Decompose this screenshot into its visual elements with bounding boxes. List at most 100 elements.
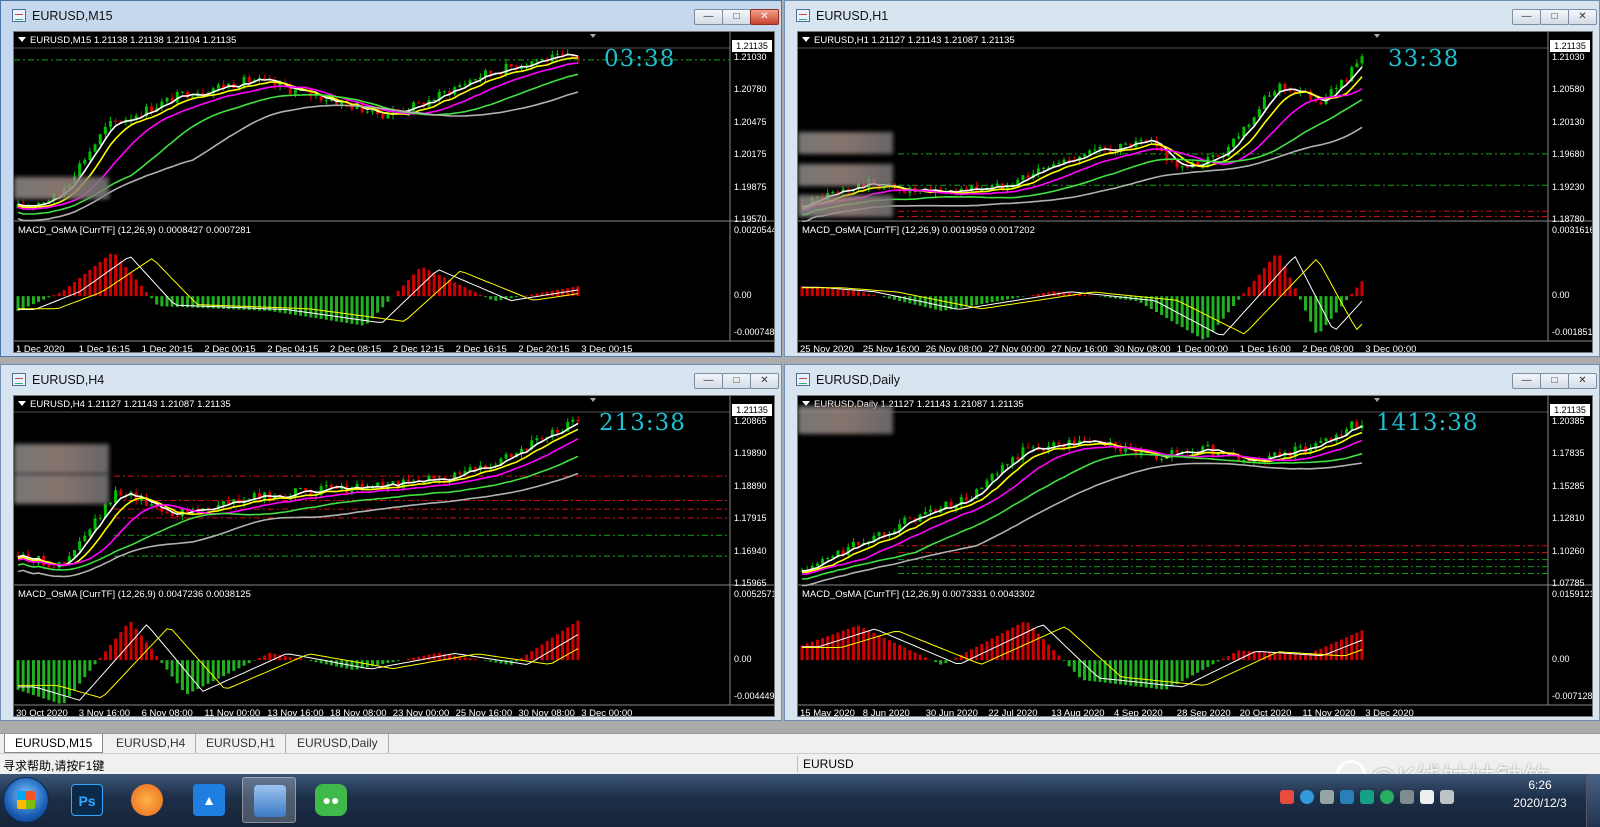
- macd-bar: [1206, 660, 1210, 668]
- show-desktop-button[interactable]: [1586, 774, 1600, 827]
- time-axis-label: 18 Nov 08:00: [330, 708, 387, 717]
- chart-area[interactable]: EURUSD,H1 1.21127 1.21143 1.21087 1.2113…: [797, 31, 1593, 353]
- macd-bar: [1350, 634, 1354, 661]
- candle: [1206, 444, 1210, 447]
- price-axis-label: 1.21030: [1552, 52, 1585, 62]
- close-button[interactable]: ✕: [1568, 9, 1597, 25]
- moving-average-line: [801, 452, 1363, 580]
- chart-info-line: EURUSD,H1 1.21127 1.21143 1.21087 1.2113…: [802, 35, 1015, 46]
- sogou-input-icon[interactable]: [1280, 790, 1294, 804]
- time-axis-label: 3 Dec 00:00: [581, 708, 633, 717]
- macd-bar: [1185, 296, 1189, 331]
- clock-time: 6:26: [1528, 778, 1552, 792]
- minimize-button[interactable]: —: [694, 373, 723, 389]
- chart-window-h1[interactable]: EURUSD,H1 — □ ✕ EURUSD,H1 1.21127 1.21143 1.…: [784, 0, 1600, 357]
- macd-axis-label: 0.0159121: [1552, 589, 1593, 599]
- flag-tray-icon[interactable]: [1340, 790, 1354, 804]
- macd-bar: [437, 275, 441, 297]
- maximize-button[interactable]: □: [1540, 373, 1569, 389]
- taskbar-photoshop[interactable]: Ps: [60, 777, 114, 823]
- tab-eurusd-h4[interactable]: EURUSD,H4: [106, 734, 197, 753]
- taskbar-metatrader[interactable]: [242, 777, 296, 823]
- maximize-button[interactable]: □: [722, 9, 751, 25]
- chart-area[interactable]: EURUSD,M15 1.21138 1.21138 1.21104 1.211…: [13, 31, 775, 353]
- close-button[interactable]: ✕: [750, 373, 779, 389]
- help-tray-icon[interactable]: [1300, 790, 1314, 804]
- candle: [1170, 160, 1174, 162]
- taskbar-clock[interactable]: 6:26 2020/12/3: [1500, 776, 1580, 812]
- time-axis-label: 8 Jun 2020: [862, 708, 910, 717]
- title-bar[interactable]: EURUSD,M15 — □ ✕: [1, 1, 781, 31]
- candle: [535, 60, 539, 62]
- macd-bar: [1221, 658, 1225, 661]
- device-tray-icon[interactable]: [1400, 790, 1414, 804]
- macd-bar: [1000, 296, 1004, 301]
- macd-bar: [108, 644, 112, 661]
- current-price-box: 1.21135: [732, 404, 772, 416]
- taskbar-fox-app[interactable]: [120, 777, 174, 823]
- price-axis-label: 1.17915: [734, 513, 767, 524]
- maximize-button[interactable]: □: [722, 373, 751, 389]
- chart-window-m15[interactable]: EURUSD,M15 — □ ✕ EURUSD,M15 1.21138 1.21138 …: [0, 0, 782, 357]
- macd-bar: [406, 658, 410, 661]
- macd-bar: [406, 279, 410, 297]
- macd-bar: [134, 628, 138, 661]
- wechat-tray-icon[interactable]: [1380, 790, 1394, 804]
- time-axis-label: 1 Dec 2020: [16, 344, 65, 353]
- network-icon[interactable]: [1420, 790, 1434, 804]
- macd-bar: [299, 659, 303, 661]
- macd-axis-label: 0.00: [734, 654, 752, 665]
- maximize-button[interactable]: □: [1540, 9, 1569, 25]
- macd-bar: [1298, 654, 1302, 661]
- candle: [175, 516, 179, 518]
- tray-chevron-icon[interactable]: [1320, 790, 1334, 804]
- chart-area[interactable]: EURUSD,Daily 1.21127 1.21143 1.21087 1.2…: [797, 395, 1593, 717]
- macd-bar: [514, 296, 518, 298]
- speaker-icon[interactable]: [1440, 790, 1454, 804]
- tab-eurusd-m15[interactable]: EURUSD,M15: [4, 734, 104, 753]
- macd-bar: [1247, 650, 1251, 661]
- macd-bar: [867, 630, 871, 661]
- taskbar-cloud-app[interactable]: ▲: [182, 777, 236, 823]
- tab-eurusd-h1[interactable]: EURUSD,H1: [196, 734, 287, 753]
- start-orb-icon[interactable]: [3, 777, 49, 823]
- time-axis-label: 28 Sep 2020: [1176, 708, 1231, 717]
- macd-bar: [309, 296, 313, 318]
- price-axis-label: 1.19680: [1552, 149, 1585, 160]
- minimize-button[interactable]: —: [1512, 373, 1541, 389]
- collapse-triangle-icon[interactable]: [18, 37, 26, 42]
- title-bar[interactable]: EURUSD,Daily — □ ✕: [785, 365, 1599, 395]
- macd-bar: [57, 660, 61, 704]
- macd-bar: [1355, 632, 1359, 661]
- shield-tray-icon[interactable]: [1360, 790, 1374, 804]
- macd-bar: [304, 296, 308, 317]
- minimize-button[interactable]: —: [694, 9, 723, 25]
- chart-window-h4[interactable]: EURUSD,H4 — □ ✕ EURUSD,H4 1.21127 1.21143 1.…: [0, 364, 782, 721]
- candle: [1324, 438, 1328, 442]
- chart-window-daily[interactable]: EURUSD,Daily — □ ✕ EURUSD,Daily 1.21127 1.21…: [784, 364, 1600, 721]
- macd-bar: [345, 296, 349, 324]
- macd-bar: [150, 649, 154, 661]
- candle: [473, 79, 477, 81]
- price-axis-label: 1.15965: [734, 578, 767, 588]
- macd-bar: [1350, 293, 1354, 297]
- time-axis-label: 30 Jun 2020: [925, 708, 978, 717]
- minimize-button[interactable]: —: [1512, 9, 1541, 25]
- collapse-triangle-icon[interactable]: [18, 401, 26, 406]
- close-button[interactable]: ✕: [1568, 373, 1597, 389]
- time-axis-label: 25 Nov 2020: [800, 344, 854, 353]
- title-bar[interactable]: EURUSD,H1 — □ ✕: [785, 1, 1599, 31]
- collapse-triangle-icon[interactable]: [802, 37, 810, 42]
- taskbar-wechat[interactable]: ●●: [304, 777, 358, 823]
- candle: [1268, 95, 1272, 97]
- chart-area[interactable]: EURUSD,H4 1.21127 1.21143 1.21087 1.2113…: [13, 395, 775, 717]
- metatrader-icon: [254, 785, 286, 817]
- macd-bar: [810, 641, 814, 661]
- macd-bar: [463, 657, 467, 661]
- macd-bar: [473, 659, 477, 661]
- close-button[interactable]: ✕: [750, 9, 779, 25]
- tab-eurusd-daily[interactable]: EURUSD,Daily: [287, 734, 389, 753]
- candle: [88, 151, 92, 160]
- title-bar[interactable]: EURUSD,H4 — □ ✕: [1, 365, 781, 395]
- chart-canvas: [798, 32, 1592, 342]
